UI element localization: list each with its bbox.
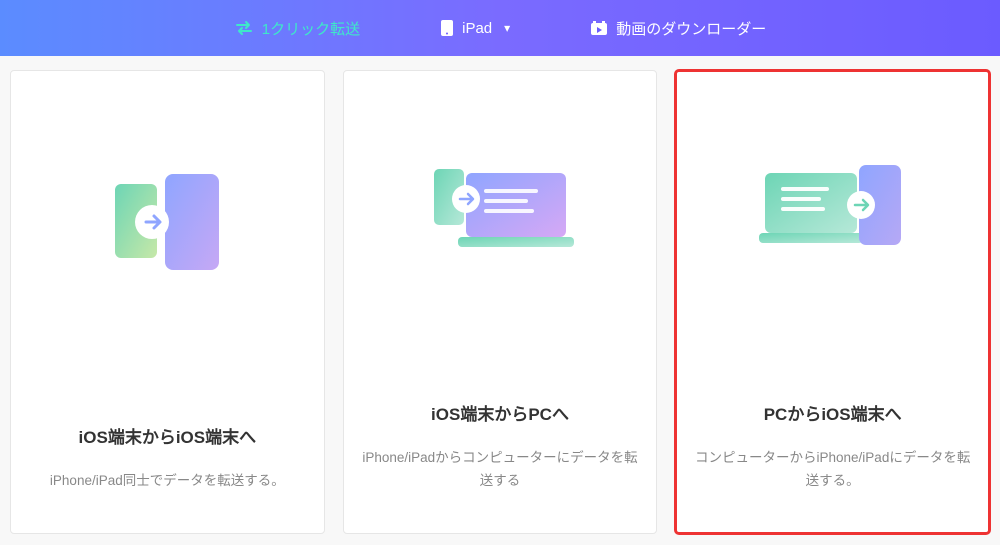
tab-label: 動画のダウンローダー	[616, 18, 766, 39]
card-desc: iPhone/iPad同士でデータを転送する。	[50, 470, 285, 493]
card-title: iOS端末からiOS端末へ	[79, 423, 257, 448]
cards-container: iOS端末からiOS端末へ iPhone/iPad同士でデータを転送する。	[0, 56, 1000, 544]
tab-label: 1クリック転送	[262, 18, 360, 39]
card-desc: iPhone/iPadからコンピューターにデータを転送する	[362, 447, 639, 493]
video-icon	[590, 20, 608, 36]
tab-video-downloader[interactable]: 動画のダウンローダー	[580, 12, 776, 45]
device-icon	[440, 19, 454, 37]
card-title: iOS端末からPCへ	[431, 400, 569, 425]
tab-one-click-transfer[interactable]: 1クリック転送	[224, 12, 370, 45]
card-title: PCからiOS端末へ	[764, 400, 902, 425]
header-nav: 1クリック転送 iPad ▾ 動画のダウンローダー	[0, 0, 1000, 56]
card-ios-to-ios[interactable]: iOS端末からiOS端末へ iPhone/iPad同士でデータを転送する。	[10, 70, 325, 534]
tab-ipad[interactable]: iPad ▾	[430, 13, 520, 43]
card-desc: コンピューターからiPhone/iPadにデータを転送する。	[694, 447, 971, 493]
transfer-icon	[234, 20, 254, 36]
card-ios-to-pc[interactable]: iOS端末からPCへ iPhone/iPadからコンピューターにデータを転送する	[343, 70, 658, 534]
chevron-down-icon: ▾	[504, 21, 510, 35]
tab-label: iPad	[462, 20, 492, 37]
illus-ios-to-pc	[362, 51, 639, 370]
illus-ios-to-ios	[29, 51, 306, 393]
card-pc-to-ios[interactable]: PCからiOS端末へ コンピューターからiPhone/iPadにデータを転送する…	[675, 70, 990, 534]
illus-pc-to-ios	[694, 51, 971, 370]
